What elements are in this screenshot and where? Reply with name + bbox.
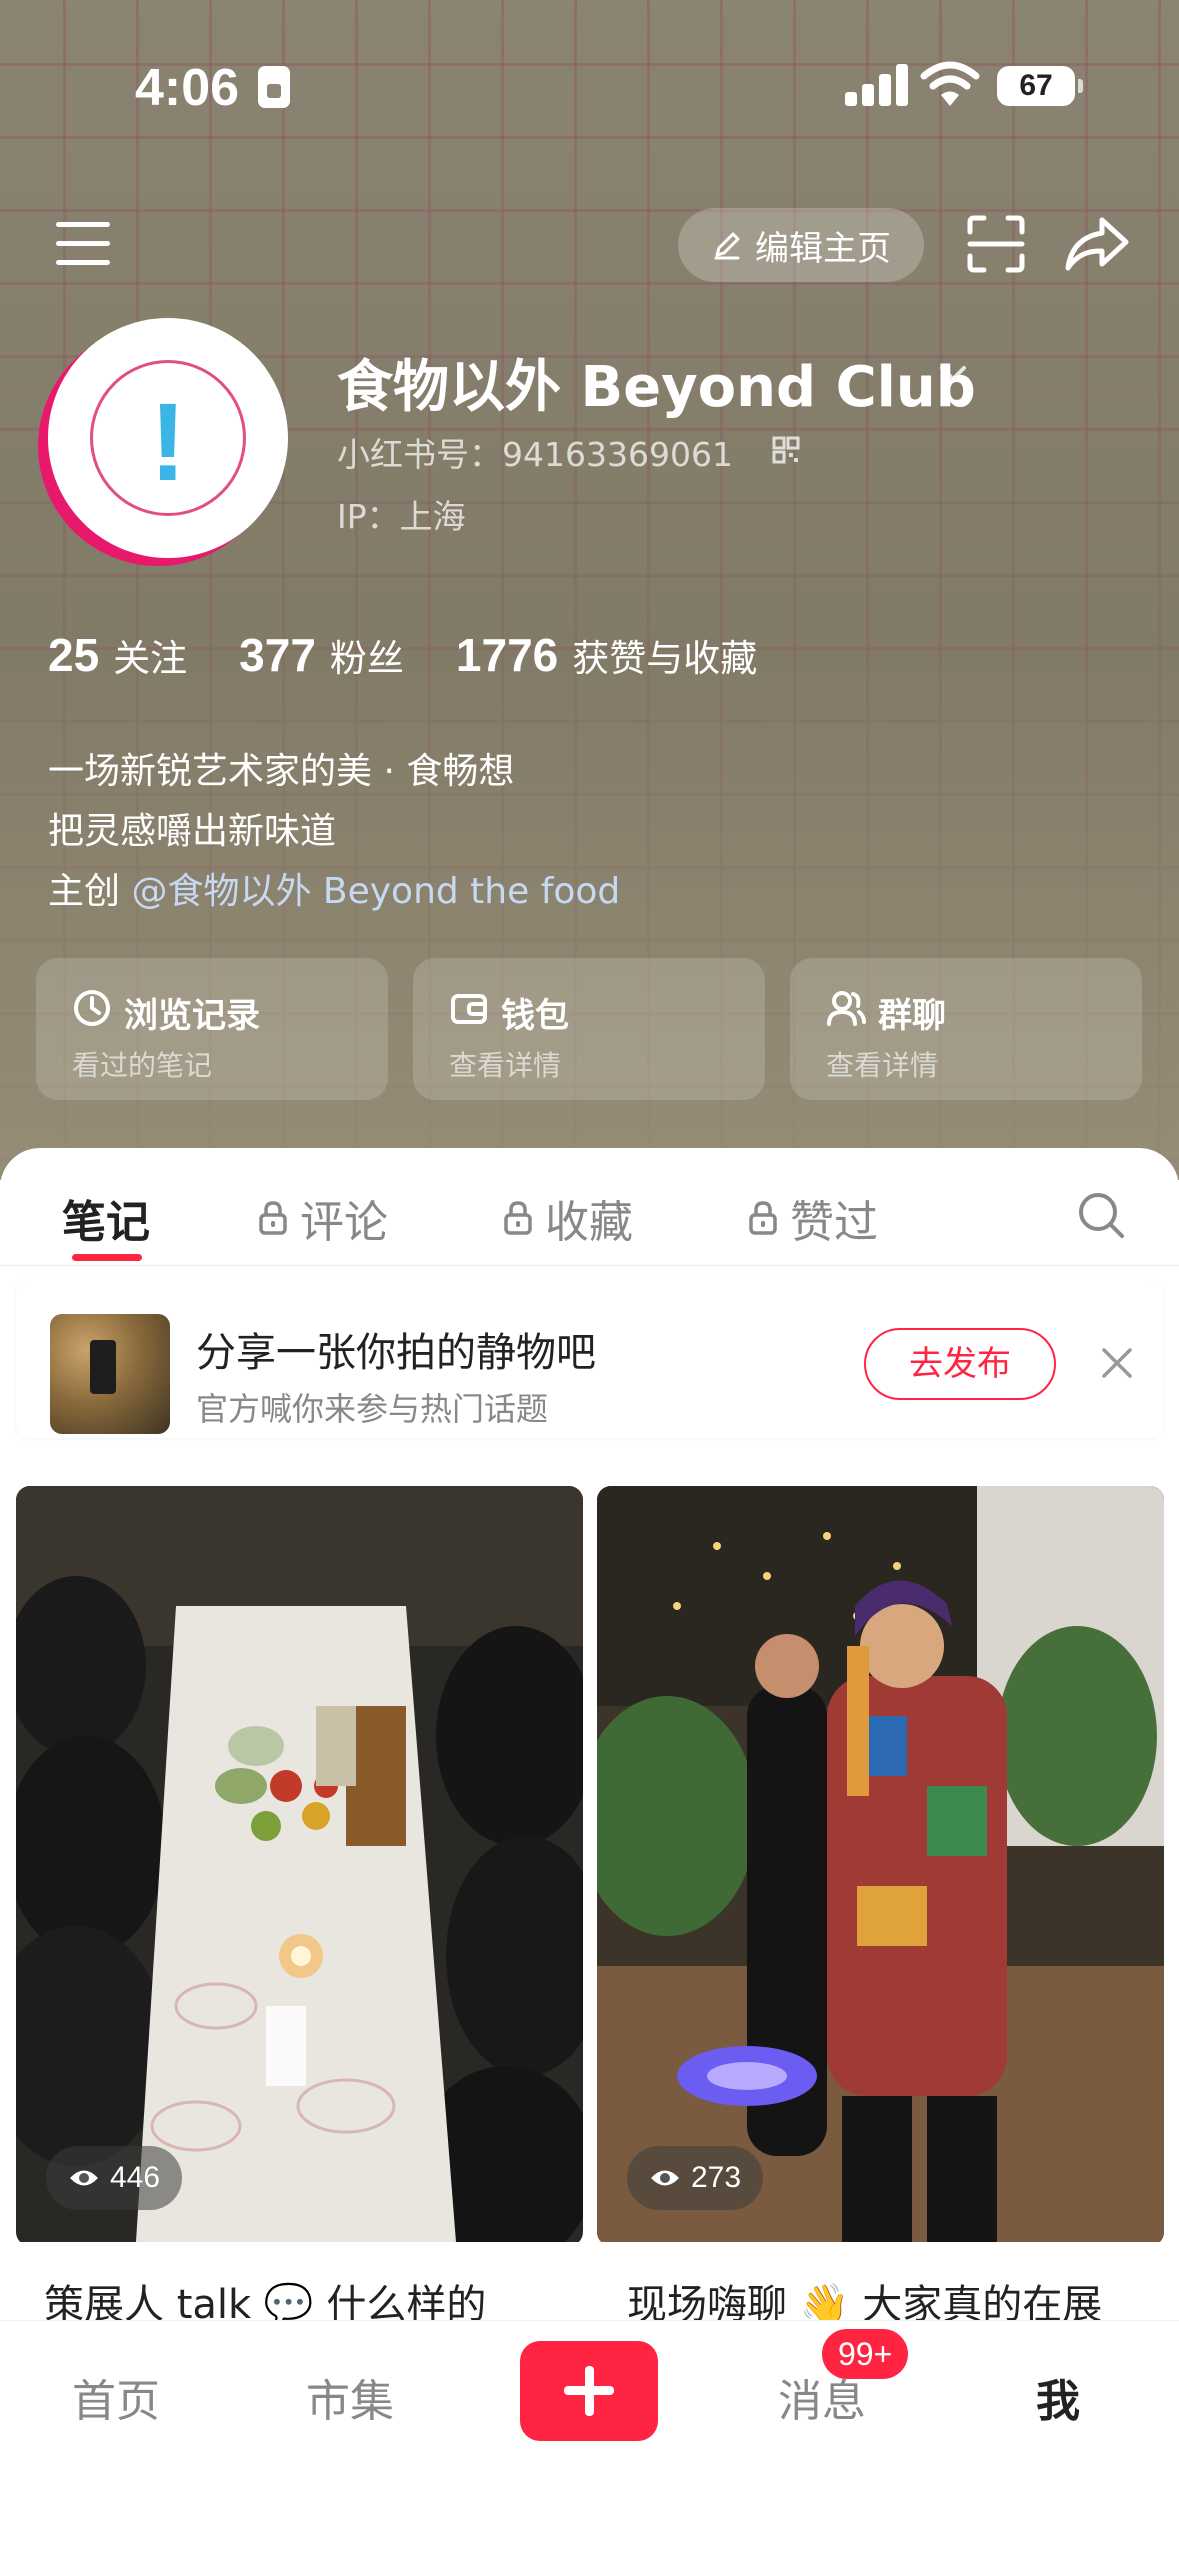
profile-name: 食物以外 Beyond Club xyxy=(337,355,976,420)
tabbar-market[interactable]: 市集 xyxy=(306,2365,394,2429)
search-icon[interactable] xyxy=(1076,1190,1126,1240)
bio-mention-link[interactable]: @食物以外 Beyond the food xyxy=(131,871,620,912)
view-count-badge: 273 xyxy=(627,2146,764,2210)
feed-image-dinner-table xyxy=(16,1486,583,2242)
content-tabs: 笔记 评论 收藏 赞过 xyxy=(0,1148,1179,1266)
stat-likes-and-saves[interactable]: 1776 获赞与收藏 xyxy=(456,628,757,682)
wallet-icon xyxy=(451,994,487,1024)
bottom-tab-bar: 首页 市集 消息 99+ 我 xyxy=(0,2320,1179,2556)
exclamation-logo-icon: ! xyxy=(149,381,187,504)
focus-indicator-icon xyxy=(258,66,290,108)
edit-profile-label: 编辑主页 xyxy=(755,228,891,269)
quick-action-history[interactable]: 浏览记录 看过的笔记 xyxy=(36,958,388,1100)
tab-liked[interactable]: 赞过 xyxy=(748,1186,878,1250)
profile-stats: 25 关注 377 粉丝 1776 获赞与收藏 xyxy=(48,628,757,682)
quick-action-group-chat[interactable]: 群聊 查看详情 xyxy=(790,958,1142,1100)
lock-icon xyxy=(504,1201,532,1235)
feed-image-speaker xyxy=(597,1486,1164,2242)
cellular-signal-icon xyxy=(845,62,909,106)
tab-label: 赞过 xyxy=(790,1197,878,1248)
tab-collections[interactable]: 收藏 xyxy=(503,1186,633,1250)
group-icon xyxy=(827,991,866,1026)
eye-icon xyxy=(651,2170,679,2186)
top-navigation: 编辑主页 xyxy=(0,200,1179,290)
view-count: 273 xyxy=(691,2161,742,2194)
eye-icon xyxy=(70,2170,98,2186)
menu-icon[interactable] xyxy=(56,222,112,266)
lock-icon xyxy=(749,1201,777,1235)
message-count-badge: 99+ xyxy=(822,2329,909,2379)
feed-card[interactable]: 446 xyxy=(16,1486,583,2246)
tabbar-home[interactable]: 首页 xyxy=(72,2365,160,2429)
stat-followers[interactable]: 377 粉丝 xyxy=(239,628,404,682)
stat-number: 1776 xyxy=(455,629,559,681)
profile-id: 小红书号：94163369061 xyxy=(337,435,733,474)
status-time: 4:06 xyxy=(135,59,240,117)
quick-action-subtitle: 看过的笔记 xyxy=(72,1049,213,1082)
quick-action-title: 浏览记录 xyxy=(124,996,260,1036)
lock-icon xyxy=(259,1201,287,1235)
qr-code-icon[interactable] xyxy=(772,436,800,464)
avatar[interactable]: ! xyxy=(48,318,288,558)
stat-number: 25 xyxy=(48,629,100,681)
avatar-ring: ! xyxy=(90,360,246,516)
profile-header: 4:06 67 编辑主页 ! 食物以外 Beyond Club 小红书号：941… xyxy=(0,0,1179,1180)
prompt-title: 分享一张你拍的静物吧 xyxy=(196,1330,596,1376)
tab-label: 收藏 xyxy=(545,1197,633,1248)
stat-following[interactable]: 25 关注 xyxy=(48,628,187,682)
quick-action-wallet[interactable]: 钱包 查看详情 xyxy=(413,958,765,1100)
active-tab-indicator xyxy=(72,1254,142,1261)
tab-comments[interactable]: 评论 xyxy=(258,1186,388,1250)
battery-indicator: 67 xyxy=(997,66,1083,106)
bio-prefix: 主创 xyxy=(48,871,132,912)
quick-action-title: 群聊 xyxy=(878,996,946,1036)
view-count: 446 xyxy=(110,2161,161,2194)
quick-action-title: 钱包 xyxy=(501,996,569,1036)
topic-prompt-card[interactable]: 分享一张你拍的静物吧 官方喊你来参与热门话题 去发布 xyxy=(16,1280,1163,1438)
wifi-icon xyxy=(920,61,980,106)
bio-line: 把灵感嚼出新味道 xyxy=(48,811,337,852)
feed-card[interactable]: 273 xyxy=(597,1486,1164,2246)
view-count-badge: 446 xyxy=(46,2146,183,2210)
clock-icon xyxy=(74,990,110,1026)
stat-label: 关注 xyxy=(113,637,188,680)
quick-action-subtitle: 查看详情 xyxy=(449,1049,562,1082)
profile-ip-location: IP：上海 xyxy=(337,497,466,536)
scan-icon[interactable] xyxy=(966,214,1026,274)
tab-notes[interactable]: 笔记 xyxy=(62,1186,150,1250)
prompt-thumbnail xyxy=(50,1314,170,1434)
plus-icon xyxy=(585,2366,594,2416)
status-bar: 4:06 67 xyxy=(0,0,1179,160)
publish-button[interactable]: 去发布 xyxy=(864,1328,1056,1400)
profile-bio: 一场新锐艺术家的美 · 食畅想 把灵感嚼出新味道 主创 @食物以外 Beyond… xyxy=(48,742,620,922)
chevron-down-icon[interactable] xyxy=(936,362,970,386)
bio-line: 一场新锐艺术家的美 · 食畅想 xyxy=(48,751,515,792)
tab-label: 评论 xyxy=(300,1197,388,1248)
create-post-button[interactable] xyxy=(520,2341,658,2441)
tabbar-me[interactable]: 我 xyxy=(1036,2365,1080,2429)
pencil-icon xyxy=(714,232,740,260)
bio-line: 主创 @食物以外 Beyond the food xyxy=(48,862,620,922)
share-icon[interactable] xyxy=(1064,214,1130,274)
tab-label: 笔记 xyxy=(62,1197,150,1248)
stat-label: 获赞与收藏 xyxy=(572,637,758,680)
edit-profile-button[interactable]: 编辑主页 xyxy=(678,208,924,282)
close-icon[interactable] xyxy=(1100,1346,1134,1380)
stat-label: 粉丝 xyxy=(329,637,404,680)
quick-action-subtitle: 查看详情 xyxy=(826,1049,939,1082)
prompt-subtitle: 官方喊你来参与热门话题 xyxy=(196,1390,549,1428)
stat-number: 377 xyxy=(239,629,316,681)
